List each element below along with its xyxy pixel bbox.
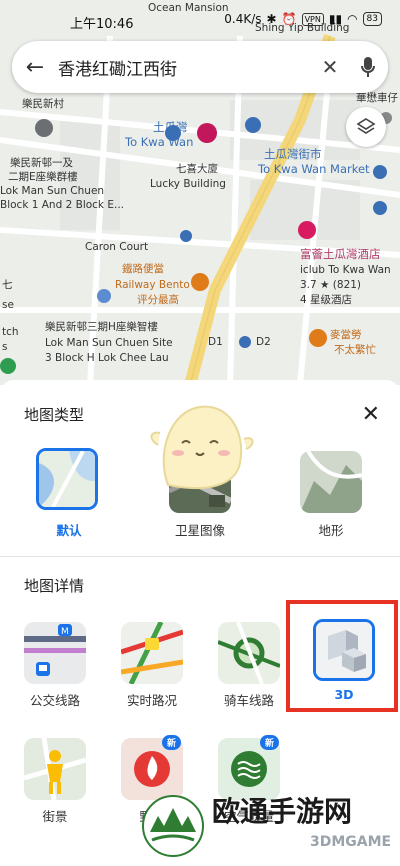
mascot-sticker [150,405,254,489]
back-arrow-icon[interactable]: ← [12,55,58,80]
map-type-satellite-label: 卫星图像 [174,523,225,538]
map-label[interactable]: s [2,341,7,354]
map-label[interactable]: 土瓜灣 [153,121,188,134]
map-label[interactable]: 麥當勞 [330,329,362,342]
map-label[interactable]: D2 [256,336,271,349]
map-label[interactable]: Railway Bento [115,279,190,292]
close-icon[interactable]: ✕ [362,402,380,427]
map-label[interactable]: 華懋車仔 [356,92,398,105]
site-watermark: 欧通手游网 3DMGAME [140,784,400,866]
terrain-map-icon [300,451,362,513]
map-label[interactable]: 樂民新村 [22,98,64,111]
detail-traffic-label: 实时路况 [126,693,177,708]
map-label[interactable]: To Kwa Wan Market [258,163,370,176]
map-label[interactable]: se [2,299,14,312]
street-view-icon [24,738,86,800]
layers-icon [356,118,376,134]
map-label[interactable]: Lucky Building [150,178,226,191]
detail-transit[interactable]: M [24,622,86,684]
signal-icon: ▮▮ [328,12,343,26]
new-badge-air-quality: 新 [260,735,280,750]
map-label[interactable]: To Kwa Wan [125,136,193,149]
map-label[interactable]: 二期E座樂群樓 [8,171,78,184]
map-label[interactable]: 鐵路便當 [122,263,164,276]
map-label[interactable]: 樂民新邨三期H座樂智樓 [45,321,158,334]
transit-icon: M [24,622,86,684]
map-label[interactable]: 4 星级酒店 [300,294,352,307]
map-label[interactable]: Lok Man Sun Chuen [0,185,104,198]
wifi-icon: ◠ [347,12,358,26]
bicycle-route-icon [218,622,280,684]
map-label[interactable]: 富薈土瓜灣酒店 [300,248,381,261]
map-label[interactable]: iclub To Kwa Wan [300,264,391,277]
search-bar[interactable]: ← 香港红磡江西街 ✕ [12,41,388,93]
map-label[interactable]: 七 [2,279,13,292]
detail-traffic[interactable] [121,622,183,684]
map-label[interactable]: D1 [208,336,223,349]
map-label[interactable]: 七喜大廈 [176,163,218,176]
detail-bicycling[interactable] [218,622,280,684]
svg-text:M: M [61,627,69,637]
map-type-terrain-label: 地形 [318,523,344,538]
detail-bicycling-label: 骑车线路 [223,693,274,708]
mic-icon[interactable] [348,57,388,77]
map-label[interactable]: 评分最高 [137,294,179,307]
network-speed: 0.4K/s [224,12,262,26]
clear-icon[interactable]: ✕ [312,55,348,79]
map-label[interactable]: 不太繁忙 [334,344,376,357]
map-label[interactable]: 3.7 ★ (821) [300,279,361,292]
watermark-text: 欧通手游网 [212,795,353,828]
map-label[interactable]: 土瓜灣街市 [264,148,322,161]
detail-streetview[interactable] [24,738,86,800]
map-type-default[interactable] [36,448,98,510]
detail-streetview-label: 街景 [42,809,68,824]
watermark-logo [142,795,204,857]
default-map-icon [39,451,95,507]
layers-button[interactable] [346,107,386,147]
map-label[interactable]: Caron Court [85,241,148,254]
vpn-icon: VPN [301,12,324,26]
map-label[interactable]: 3 Block H Lok Chee Lau [45,352,169,365]
bluetooth-icon: ✱ [266,12,277,26]
map-type-default-label: 默认 [56,523,82,538]
watermark-subtext: 3DMGAME [310,834,392,850]
section-divider [0,556,400,557]
map-details-title: 地图详情 [24,577,85,595]
status-bar: 上午10:46 0.4K/s ✱ ⏰ VPN ▮▮ ◠ 83 [0,0,400,36]
traffic-icon [121,622,183,684]
detail-transit-label: 公交线路 [29,693,80,708]
battery-icon: 83 [362,12,382,26]
highlight-box [286,600,398,712]
map-type-title: 地图类型 [24,406,85,424]
map-label[interactable]: tch [2,326,19,339]
map-type-terrain[interactable] [300,451,362,513]
alarm-icon: ⏰ [281,12,297,26]
map-label[interactable]: Block 1 And 2 Block E... [0,199,124,212]
map-label[interactable]: 樂民新邨一及 [10,157,73,170]
status-time: 上午10:46 [70,17,134,32]
map-label[interactable]: Lok Man Sun Chuen Site [45,337,173,350]
search-query[interactable]: 香港红磡江西街 [58,55,312,80]
new-badge-wildfires: 新 [162,735,182,750]
